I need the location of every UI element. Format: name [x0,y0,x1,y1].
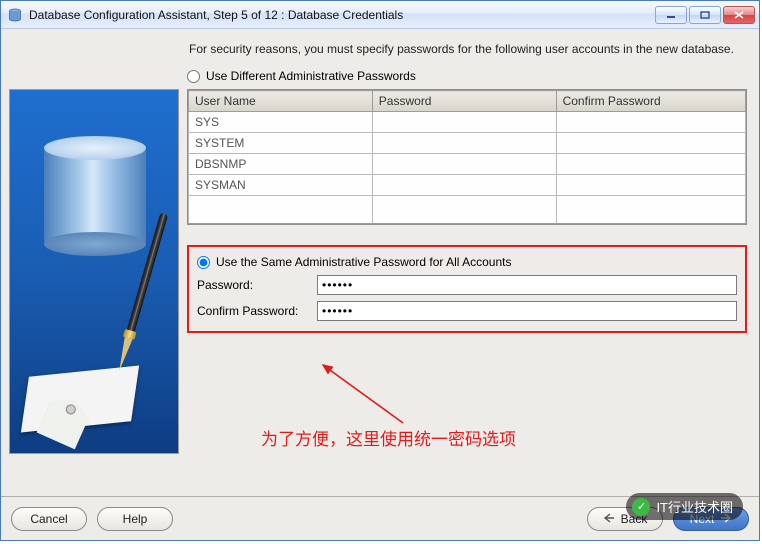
minimize-button[interactable] [655,6,687,24]
table-row: DBSNMP [189,154,746,175]
option-same-password[interactable]: Use the Same Administrative Password for… [197,255,737,269]
watermark: ✓ IT行业技术圈 [626,493,743,520]
radio-different[interactable] [187,70,200,83]
table-row: SYSMAN [189,175,746,196]
help-button[interactable]: Help [97,507,173,531]
col-password: Password [372,91,556,112]
app-icon [7,7,23,23]
radio-same[interactable] [197,256,210,269]
window-title: Database Configuration Assistant, Step 5… [29,8,655,22]
cancel-button[interactable]: Cancel [11,507,87,531]
col-user: User Name [189,91,373,112]
same-password-section: Use the Same Administrative Password for… [187,245,747,333]
credentials-table: User Name Password Confirm Password SYS [187,89,747,225]
password-label: Password: [197,278,317,292]
titlebar: Database Configuration Assistant, Step 5… [1,1,759,29]
table-row [189,196,746,224]
maximize-button[interactable] [689,6,721,24]
wizard-side-image [9,89,179,454]
confirm-password-label: Confirm Password: [197,304,317,318]
password-input[interactable] [317,275,737,295]
option-same-label: Use the Same Administrative Password for… [216,255,511,269]
option-different-passwords[interactable]: Use Different Administrative Passwords [187,69,747,83]
chevron-left-icon [603,512,615,526]
intro-text: For security reasons, you must specify p… [189,41,745,57]
table-row: SYS [189,112,746,133]
table-row: SYSTEM [189,133,746,154]
annotation-text: 为了方便，这里使用统一密码选项 [261,425,516,450]
confirm-password-input[interactable] [317,301,737,321]
wechat-icon: ✓ [632,498,650,516]
col-confirm: Confirm Password [556,91,745,112]
close-button[interactable] [723,6,755,24]
option-different-label: Use Different Administrative Passwords [206,69,416,83]
